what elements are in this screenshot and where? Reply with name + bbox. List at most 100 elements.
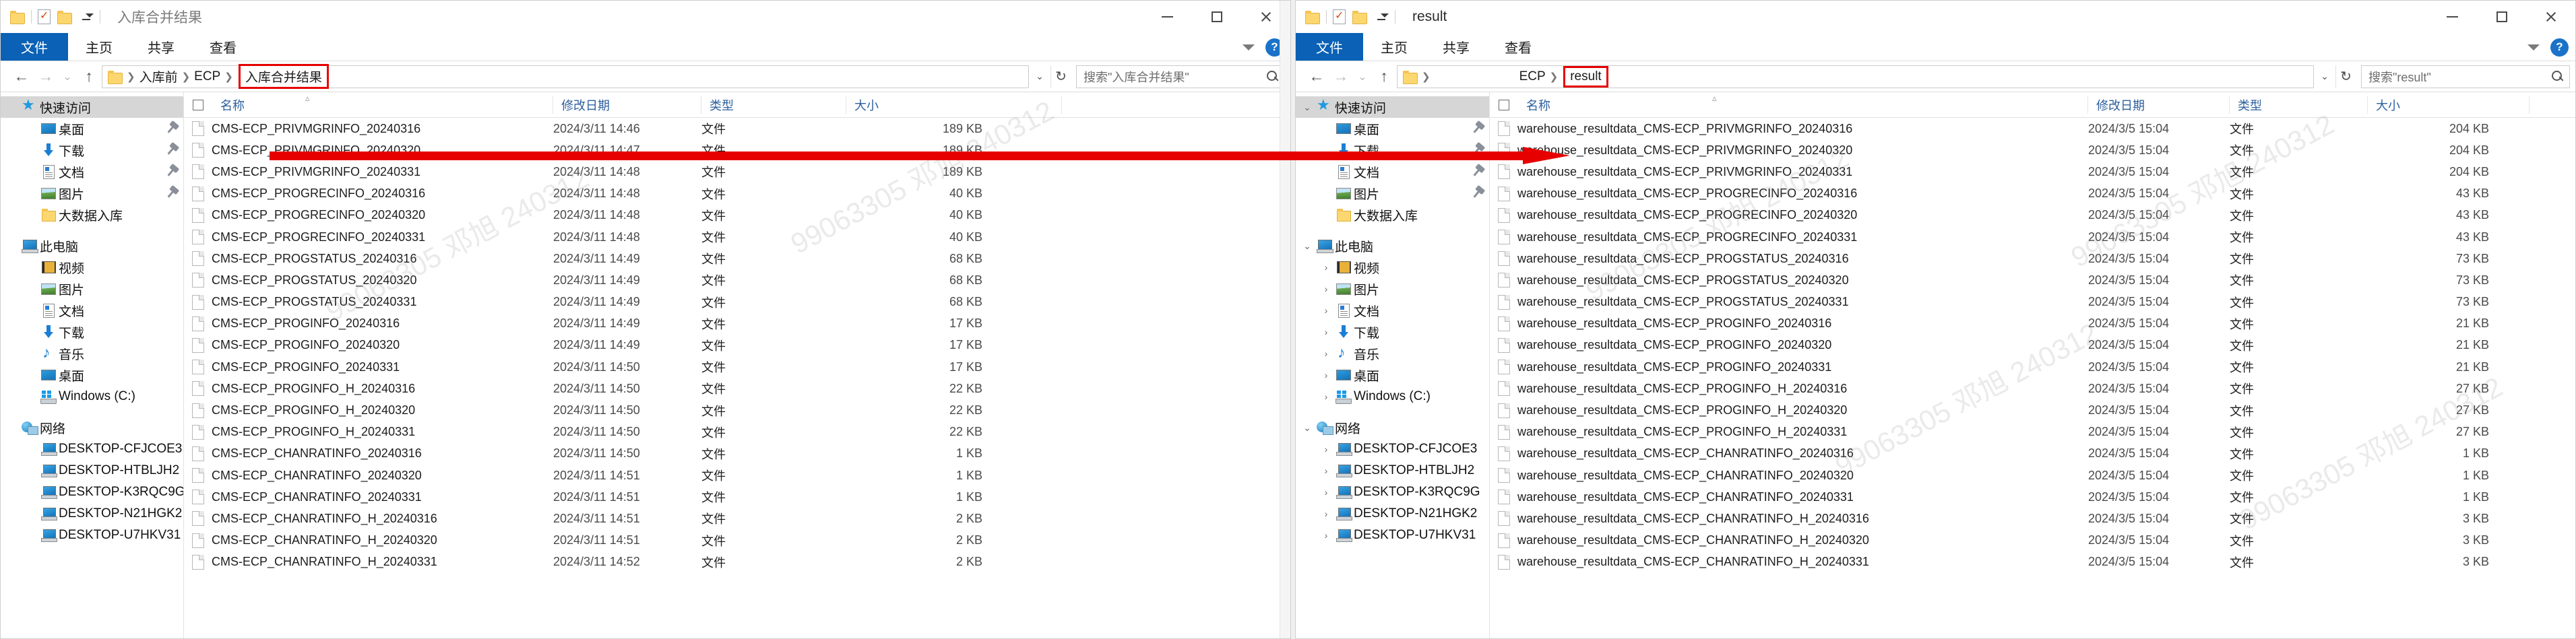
sidebar-item-8[interactable]: › 图片 xyxy=(1296,278,1489,300)
table-row[interactable]: CMS-ECP_PROGRECINFO_20240331 2024/3/11 14… xyxy=(184,226,1290,248)
pin-icon[interactable] xyxy=(1473,124,1482,133)
sidebar-item-11[interactable]: 音乐 xyxy=(1,343,183,364)
column-header-date[interactable]: 修改日期 xyxy=(553,96,701,114)
table-row[interactable]: warehouse_resultdata_CMS-ECP_CHANRATINFO… xyxy=(1490,486,2575,508)
chevron-icon[interactable]: › xyxy=(1319,348,1333,359)
breadcrumb[interactable]: ❯ 入库前 ❯ ECP ❯ 入库合并结果 xyxy=(102,64,1029,89)
pin-icon[interactable] xyxy=(1473,189,1482,198)
table-row[interactable]: warehouse_resultdata_CMS-ECP_PROGINFO_H_… xyxy=(1490,422,2575,443)
table-row[interactable]: warehouse_resultdata_CMS-ECP_PROGSTATUS_… xyxy=(1490,248,2575,269)
select-all-checkbox[interactable] xyxy=(184,96,212,114)
breadcrumb-item-1[interactable]: ECP xyxy=(194,69,220,84)
sidebar-item-7[interactable]: 视频 xyxy=(1,257,183,278)
pin-icon[interactable] xyxy=(167,124,176,133)
table-row[interactable]: CMS-ECP_CHANRATINFO_H_20240320 2024/3/11 … xyxy=(184,530,1290,551)
chevron-icon[interactable]: › xyxy=(1319,262,1333,273)
up-button[interactable]: ↑ xyxy=(1373,65,1395,88)
chevron-icon[interactable]: › xyxy=(1319,465,1333,476)
properties-icon[interactable] xyxy=(1333,9,1346,24)
address-dropdown-icon[interactable]: ⌄ xyxy=(1030,65,1049,88)
search-input-right[interactable]: 搜索"result" xyxy=(2361,65,2570,88)
table-row[interactable]: CMS-ECP_PROGSTATUS_20240331 2024/3/11 14:… xyxy=(184,292,1290,313)
sidebar-item-14[interactable]: ⌄ 网络 xyxy=(1296,417,1489,438)
sidebar-item-4[interactable]: 图片 xyxy=(1,182,183,204)
search-input-left[interactable]: 搜索"入库合并结果" xyxy=(1076,65,1285,88)
table-row[interactable]: warehouse_resultdata_CMS-ECP_PROGINFO_H_… xyxy=(1490,399,2575,421)
table-row[interactable]: CMS-ECP_PROGINFO_20240320 2024/3/11 14:49… xyxy=(184,335,1290,356)
chevron-down-icon[interactable] xyxy=(1243,44,1255,51)
sidebar-item-4[interactable]: 图片 xyxy=(1296,182,1489,204)
tab-view[interactable]: 查看 xyxy=(1487,33,1549,61)
sidebar-item-14[interactable]: 网络 xyxy=(1,417,183,438)
sidebar-item-17[interactable]: DESKTOP-K3RQC9G xyxy=(1,481,183,503)
sidebar-item-15[interactable]: DESKTOP-CFJCOE3 xyxy=(1,438,183,460)
table-row[interactable]: CMS-ECP_PROGINFO_20240331 2024/3/11 14:50… xyxy=(184,356,1290,378)
table-row[interactable]: warehouse_resultdata_CMS-ECP_PROGRECINFO… xyxy=(1490,205,2575,226)
table-row[interactable]: CMS-ECP_CHANRATINFO_20240316 2024/3/11 14… xyxy=(184,443,1290,465)
column-header-type[interactable]: 类型 xyxy=(2230,96,2368,114)
forward-button[interactable]: → xyxy=(34,65,57,88)
sidebar-item-13[interactable]: › Windows (C:) xyxy=(1296,386,1489,407)
sidebar-item-5[interactable]: 大数据入库 xyxy=(1,204,183,226)
chevron-icon[interactable]: › xyxy=(1319,370,1333,380)
chevron-icon[interactable]: ⌄ xyxy=(1300,102,1315,113)
breadcrumb-item-0[interactable]: ECP xyxy=(1519,69,1546,84)
forward-button[interactable]: → xyxy=(1329,65,1352,88)
breadcrumb-item-2-highlighted[interactable]: 入库合并结果 xyxy=(238,64,329,89)
table-row[interactable]: warehouse_resultdata_CMS-ECP_CHANRATINFO… xyxy=(1490,551,2575,573)
maximize-button[interactable] xyxy=(1192,1,1241,33)
table-row[interactable]: warehouse_resultdata_CMS-ECP_CHANRATINFO… xyxy=(1490,508,2575,529)
table-row[interactable]: warehouse_resultdata_CMS-ECP_PROGINFO_20… xyxy=(1490,356,2575,378)
table-row[interactable]: warehouse_resultdata_CMS-ECP_PROGINFO_20… xyxy=(1490,313,2575,335)
sidebar-item-2[interactable]: 下载 xyxy=(1,139,183,161)
maximize-button[interactable] xyxy=(2477,1,2526,33)
table-row[interactable]: warehouse_resultdata_CMS-ECP_CHANRATINFO… xyxy=(1490,465,2575,486)
refresh-icon[interactable]: ↻ xyxy=(2335,65,2356,88)
sidebar-item-0[interactable]: 快速访问 xyxy=(1,96,183,118)
table-row[interactable]: CMS-ECP_PRIVMGRINFO_20240320 2024/3/11 14… xyxy=(184,139,1290,161)
sidebar-item-18[interactable]: › DESKTOP-N21HGK2 xyxy=(1296,503,1489,525)
sidebar-item-5[interactable]: 大数据入库 xyxy=(1296,204,1489,226)
chevron-icon[interactable]: › xyxy=(1319,391,1333,402)
sidebar-item-11[interactable]: › 音乐 xyxy=(1296,343,1489,364)
vertical-scrollbar-left[interactable] xyxy=(1280,1,1290,638)
file-rows-right[interactable]: warehouse_resultdata_CMS-ECP_PRIVMGRINFO… xyxy=(1490,118,2575,638)
sidebar-item-0[interactable]: ⌄ 快速访问 xyxy=(1296,96,1489,118)
table-row[interactable]: warehouse_resultdata_CMS-ECP_PROGINFO_H_… xyxy=(1490,378,2575,399)
breadcrumb-item-1-highlighted[interactable]: result xyxy=(1563,65,1608,88)
sidebar-item-2[interactable]: 下载 xyxy=(1296,139,1489,161)
chevron-icon[interactable]: › xyxy=(1319,327,1333,337)
minimize-button[interactable] xyxy=(2428,1,2477,33)
pin-icon[interactable] xyxy=(167,189,176,198)
column-header-date[interactable]: 修改日期 xyxy=(2088,96,2230,114)
table-row[interactable]: warehouse_resultdata_CMS-ECP_PROGINFO_20… xyxy=(1490,335,2575,356)
navigation-tree-left[interactable]: 快速访问桌面下载文档图片大数据入库此电脑视频图片文档下载音乐桌面Windows … xyxy=(1,92,184,638)
chevron-down-icon[interactable] xyxy=(2527,44,2540,51)
new-folder-icon[interactable] xyxy=(57,11,72,24)
pin-icon[interactable] xyxy=(167,167,176,176)
sidebar-item-17[interactable]: › DESKTOP-K3RQC9G xyxy=(1296,481,1489,503)
sidebar-item-6[interactable]: ⌄ 此电脑 xyxy=(1296,235,1489,257)
table-row[interactable]: CMS-ECP_PRIVMGRINFO_20240316 2024/3/11 14… xyxy=(184,118,1290,139)
tab-view[interactable]: 查看 xyxy=(192,33,254,61)
sidebar-item-8[interactable]: 图片 xyxy=(1,278,183,300)
sidebar-item-3[interactable]: 文档 xyxy=(1296,161,1489,182)
back-button[interactable]: ← xyxy=(10,65,33,88)
table-row[interactable]: warehouse_resultdata_CMS-ECP_PRIVMGRINFO… xyxy=(1490,118,2575,139)
sidebar-item-16[interactable]: DESKTOP-HTBLJH2 xyxy=(1,460,183,481)
table-row[interactable]: CMS-ECP_CHANRATINFO_20240331 2024/3/11 14… xyxy=(184,486,1290,508)
column-header-name[interactable]: 名称 xyxy=(212,96,553,114)
table-row[interactable]: warehouse_resultdata_CMS-ECP_PRIVMGRINFO… xyxy=(1490,161,2575,182)
close-button[interactable] xyxy=(2526,1,2575,33)
column-header-size[interactable]: 大小 xyxy=(846,96,1062,114)
column-header-type[interactable]: 类型 xyxy=(701,96,846,114)
table-row[interactable]: warehouse_resultdata_CMS-ECP_PROGSTATUS_… xyxy=(1490,292,2575,313)
sidebar-item-12[interactable]: › 桌面 xyxy=(1296,364,1489,386)
table-row[interactable]: CMS-ECP_PROGSTATUS_20240320 2024/3/11 14:… xyxy=(184,269,1290,291)
sidebar-item-10[interactable]: › 下载 xyxy=(1296,321,1489,343)
chevron-icon[interactable]: › xyxy=(1319,305,1333,316)
back-button[interactable]: ← xyxy=(1305,65,1328,88)
sidebar-item-19[interactable]: DESKTOP-U7HKV31 xyxy=(1,525,183,546)
sidebar-item-1[interactable]: 桌面 xyxy=(1296,118,1489,139)
pin-icon[interactable] xyxy=(167,145,176,155)
